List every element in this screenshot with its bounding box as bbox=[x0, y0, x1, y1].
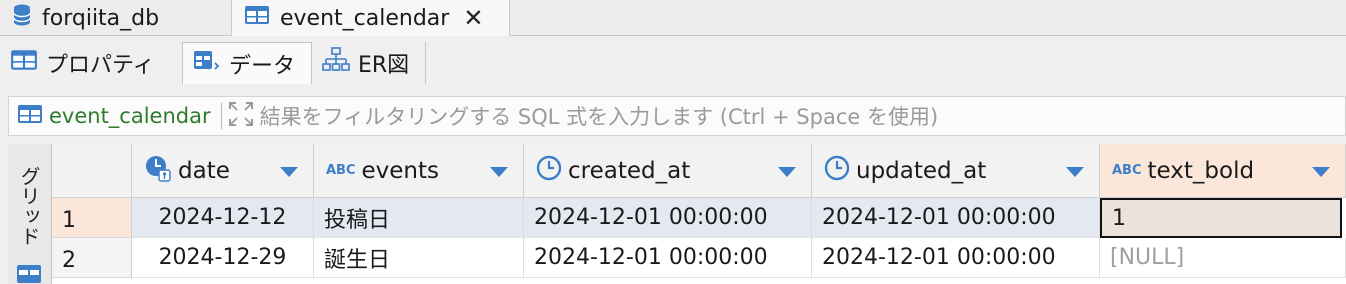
row-number[interactable]: 2 bbox=[52, 238, 132, 278]
sort-arrow-icon[interactable] bbox=[1065, 158, 1085, 184]
editor-tab-label: forqiita_db bbox=[42, 5, 160, 31]
tab-properties[interactable]: プロパティ bbox=[0, 42, 182, 84]
abc-icon: ABC bbox=[326, 163, 356, 178]
tab-label: データ bbox=[229, 53, 296, 79]
table-icon bbox=[244, 5, 270, 31]
clock-icon bbox=[536, 155, 562, 187]
sort-arrow-icon[interactable] bbox=[489, 158, 509, 184]
er-diagram-icon bbox=[322, 47, 350, 79]
abc-icon: ABC bbox=[1112, 163, 1142, 178]
grid-side-tab[interactable]: グリッド bbox=[8, 144, 52, 284]
column-header-date[interactable]: date bbox=[132, 144, 314, 198]
table-icon bbox=[17, 104, 43, 129]
column-name: events bbox=[361, 157, 440, 184]
table-cell-date[interactable]: 2024-12-29 bbox=[132, 238, 314, 278]
editor-tab-event-calendar[interactable]: event_calendar ✕ bbox=[232, 0, 510, 36]
column-header-created-at[interactable]: created_at bbox=[524, 144, 812, 198]
column-name: text_bold bbox=[1147, 157, 1255, 184]
table-cell-events[interactable]: 誕生日 bbox=[314, 238, 524, 278]
table-cell-text-bold[interactable]: [NULL] bbox=[1100, 238, 1346, 278]
table-cell-created-at[interactable]: 2024-12-01 00:00:00 bbox=[524, 238, 812, 278]
tab-er-diagram[interactable]: ER図 bbox=[312, 42, 426, 84]
column-name: updated_at bbox=[856, 157, 987, 184]
grid-icon bbox=[16, 264, 42, 284]
close-icon[interactable]: ✕ bbox=[463, 4, 483, 32]
sort-arrow-icon[interactable] bbox=[1311, 158, 1331, 184]
clock-icon bbox=[824, 155, 850, 187]
editor-tab-bar: forqiita_db event_calendar ✕ bbox=[0, 0, 1346, 36]
table-cell-date[interactable]: 2024-12-12 bbox=[132, 198, 314, 238]
column-name: date bbox=[178, 157, 230, 184]
editor-tab-label: event_calendar bbox=[280, 5, 450, 31]
sort-arrow-icon[interactable] bbox=[279, 158, 299, 184]
tab-label: プロパティ bbox=[46, 53, 155, 78]
results-grid: グリッド date ABC events created_at updated_… bbox=[8, 144, 1346, 284]
column-header-text-bold[interactable]: ABC text_bold bbox=[1100, 144, 1346, 198]
sort-arrow-icon[interactable] bbox=[777, 158, 797, 184]
tab-data[interactable]: データ bbox=[182, 42, 312, 84]
table-cell-created-at[interactable]: 2024-12-01 00:00:00 bbox=[524, 198, 812, 238]
filter-table-name[interactable]: event_calendar bbox=[9, 104, 211, 129]
divider bbox=[220, 103, 222, 129]
expand-icon[interactable] bbox=[228, 101, 254, 132]
column-name: created_at bbox=[568, 157, 691, 184]
filter-bar: event_calendar 結果をフィルタリングする SQL 式を入力します … bbox=[8, 96, 1346, 136]
row-number-header[interactable] bbox=[52, 144, 132, 198]
table-cell-updated-at[interactable]: 2024-12-01 00:00:00 bbox=[812, 238, 1100, 278]
editor-tab-forqiita-db[interactable]: forqiita_db bbox=[0, 0, 232, 36]
table-name-label: event_calendar bbox=[49, 104, 211, 128]
table-cell-text-bold[interactable]: 1 bbox=[1100, 198, 1342, 238]
column-header-events[interactable]: ABC events bbox=[314, 144, 524, 198]
table-cell-events[interactable]: 投稿日 bbox=[314, 198, 524, 238]
table-icon bbox=[10, 49, 38, 77]
date-key-icon bbox=[144, 154, 172, 188]
column-header-updated-at[interactable]: updated_at bbox=[812, 144, 1100, 198]
table-cell-updated-at[interactable]: 2024-12-01 00:00:00 bbox=[812, 198, 1100, 238]
grid-side-label: グリッド bbox=[17, 166, 41, 246]
database-icon bbox=[12, 3, 32, 33]
data-editor-icon bbox=[193, 49, 221, 79]
tab-label: ER図 bbox=[358, 53, 410, 78]
sub-tab-bar: プロパティ データ ER図 bbox=[0, 36, 1346, 88]
row-number[interactable]: 1 bbox=[52, 198, 132, 238]
filter-input[interactable]: 結果をフィルタリングする SQL 式を入力します (Ctrl + Space を… bbox=[260, 101, 939, 131]
